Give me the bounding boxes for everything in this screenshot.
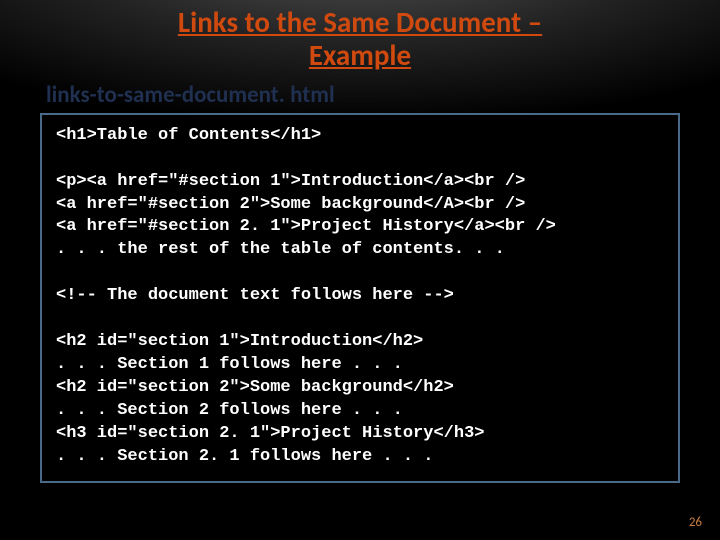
title-line-1: Links to the Same Document – bbox=[178, 4, 542, 40]
code-line: . . . Section 2. 1 follows here . . . bbox=[56, 447, 433, 466]
code-line: . . . the rest of the table of contents.… bbox=[56, 240, 505, 259]
code-line: <h3 id="section 2. 1">Project History</h… bbox=[56, 424, 484, 443]
page-number: 26 bbox=[689, 515, 702, 530]
code-line: . . . Section 1 follows here . . . bbox=[56, 355, 403, 374]
code-line: <p><a href="#section 1">Introduction</a>… bbox=[56, 172, 525, 191]
filename-subtitle: links-to-same-document. html bbox=[46, 81, 720, 109]
slide: Links to the Same Document – Example lin… bbox=[0, 0, 720, 540]
code-line: <!-- The document text follows here --> bbox=[56, 286, 454, 305]
title-line-2: Example bbox=[309, 37, 411, 73]
code-line: <h2 id="section 2">Some background</h2> bbox=[56, 378, 454, 397]
code-block: <h1>Table of Contents</h1> <p><a href="#… bbox=[40, 113, 680, 483]
code-line: <h1>Table of Contents</h1> bbox=[56, 126, 321, 145]
code-line: . . . Section 2 follows here . . . bbox=[56, 401, 403, 420]
code-line: <a href="#section 2. 1">Project History<… bbox=[56, 217, 556, 236]
code-line: <a href="#section 2">Some background</A>… bbox=[56, 195, 525, 214]
slide-title: Links to the Same Document – Example bbox=[0, 0, 720, 73]
code-line: <h2 id="section 1">Introduction</h2> bbox=[56, 332, 423, 351]
